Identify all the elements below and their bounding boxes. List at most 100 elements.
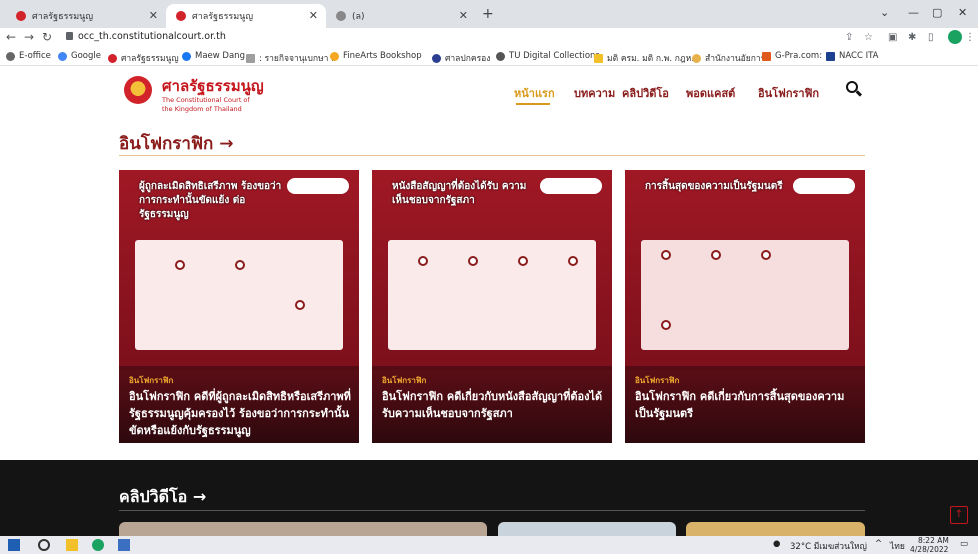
- bookmark-cabinet[interactable]: มติ ครม. มติ ก.พ. กฎห...: [594, 51, 699, 65]
- minimize-button[interactable]: —: [908, 6, 919, 19]
- infographic-card-3[interactable]: การสิ้นสุดของความเป็นรัฐมนตรี อินโฟกราฟิ…: [625, 170, 865, 443]
- gazette-icon: [246, 53, 255, 63]
- clock-date[interactable]: 4/28/2022: [910, 545, 948, 554]
- infographic-card-2[interactable]: หนังสือสัญญาที่ต้องได้รับ ความเห็นชอบจาก…: [372, 170, 612, 443]
- section-divider: [119, 510, 865, 511]
- close-tab-icon[interactable]: ✕: [459, 9, 468, 22]
- back-button[interactable]: ←: [6, 30, 16, 44]
- video-thumbnail[interactable]: [498, 522, 676, 536]
- windows-start-icon[interactable]: [8, 539, 20, 551]
- scroll-to-top-button[interactable]: ↑: [950, 506, 968, 524]
- infographic-card-1[interactable]: ผู้ถูกละเมิดสิทธิเสรีภาพ ร้องขอว่า การกร…: [119, 170, 359, 443]
- tray-chevron-icon[interactable]: ^: [875, 539, 882, 549]
- close-tab-icon[interactable]: ✕: [309, 9, 318, 22]
- close-tab-icon[interactable]: ✕: [149, 9, 158, 22]
- app-icon[interactable]: [118, 539, 130, 551]
- url-field[interactable]: occ_th.constitutionalcourt.or.th: [78, 31, 226, 42]
- bookmark-attorney[interactable]: สำนักงานอัยการ: [692, 51, 765, 65]
- tab-search-icon[interactable]: ⌄: [880, 6, 889, 19]
- step-icon: [295, 300, 305, 310]
- bookmark-gpra[interactable]: G-Pra.com:: [762, 51, 822, 61]
- nav-active-indicator: [516, 103, 550, 105]
- notifications-icon[interactable]: ▭: [960, 539, 968, 549]
- site-logo-text[interactable]: ศาลรัฐธรรมนูญ: [162, 74, 264, 98]
- video-clips-section-title[interactable]: คลิปวิดีโอ →: [119, 485, 206, 510]
- file-explorer-icon[interactable]: [66, 539, 78, 551]
- bookmark-maewdang[interactable]: Maew Dang: [182, 51, 245, 61]
- site-logo-en-line1: The Constitutional Court of: [162, 96, 250, 104]
- folder-icon: [594, 53, 603, 63]
- globe-icon: [336, 11, 346, 21]
- tab-2[interactable]: ศาลรัฐธรรมนูญ ✕: [166, 4, 326, 28]
- language-indicator[interactable]: ไทย: [890, 539, 905, 553]
- court-favicon-icon: [16, 11, 26, 21]
- flow-panel: [135, 240, 343, 350]
- globe-icon: [496, 51, 505, 61]
- bookmark-google[interactable]: Google: [58, 51, 101, 61]
- chrome-icon[interactable]: [92, 539, 104, 551]
- globe-icon: [6, 51, 15, 61]
- infographic-section-title[interactable]: อินโฟกราฟิก →: [119, 130, 233, 157]
- card-title[interactable]: อินโฟกราฟิก คดีเกี่ยวกับการสิ้นสุดของควา…: [635, 388, 861, 422]
- ita-icon: [826, 51, 835, 61]
- card-art-heading: การสิ้นสุดของความเป็นรัฐมนตรี: [645, 181, 783, 192]
- bookmark-label: มติ ครม. มติ ก.พ. กฎห...: [607, 54, 700, 64]
- reload-button[interactable]: ↻: [42, 30, 52, 44]
- bookmark-label: ศาลรัฐธรรมนูญ: [121, 54, 179, 64]
- step-icon: [418, 256, 428, 266]
- bookmark-court[interactable]: ศาลรัฐธรรมนูญ: [108, 51, 179, 65]
- bookmark-label: TU Digital Collections: [509, 51, 600, 61]
- search-icon[interactable]: [846, 81, 858, 93]
- new-tab-button[interactable]: +: [482, 6, 494, 22]
- bookmark-gazette[interactable]: : รายกิจจานุเบกษา :: [246, 51, 334, 65]
- clock-time[interactable]: 8:22 AM: [918, 536, 949, 545]
- bookmark-finearts[interactable]: FineArts Bookshop: [330, 51, 422, 61]
- tab-2-label: ศาลรัฐธรรมนูญ: [192, 12, 253, 22]
- nav-podcast[interactable]: พอดแคสต์: [686, 84, 735, 102]
- card-title[interactable]: อินโฟกราฟิก คดีเกี่ยวกับหนังสือสัญญาที่ต…: [382, 388, 608, 422]
- seal-icon: [692, 53, 701, 63]
- court-logo-icon[interactable]: [124, 76, 152, 104]
- court-badge-icon: [793, 178, 855, 194]
- puzzle-icon[interactable]: ✱: [908, 32, 916, 43]
- step-icon: [661, 250, 671, 260]
- menu-icon[interactable]: ⋮: [965, 32, 975, 43]
- bookmark-nacc[interactable]: NACC ITA: [826, 51, 878, 61]
- tab-3[interactable]: (ล) ✕: [326, 4, 476, 28]
- nav-infographic[interactable]: อินโฟกราฟิก: [758, 84, 819, 102]
- card-art-heading: หนังสือสัญญาที่ต้องได้รับ ความเห็นชอบจาก…: [392, 181, 527, 206]
- maximize-button[interactable]: ▢: [932, 6, 942, 19]
- weather-icon[interactable]: ●: [773, 539, 780, 549]
- video-thumbnail[interactable]: [119, 522, 487, 536]
- card-category: อินโฟกราฟิก: [129, 376, 174, 385]
- court-favicon-icon: [176, 11, 186, 21]
- nav-home[interactable]: หน้าแรก: [514, 84, 555, 102]
- card-title[interactable]: อินโฟกราฟิก คดีที่ผู้ถูกละเมิดสิทธิหรือเ…: [129, 388, 355, 439]
- bookmark-admincourt[interactable]: ศาลปกครอง: [432, 51, 490, 65]
- step-icon: [711, 250, 721, 260]
- step-icon: [568, 256, 578, 266]
- infographic-art: หนังสือสัญญาที่ต้องได้รับ ความเห็นชอบจาก…: [372, 170, 612, 370]
- tab-1[interactable]: ศาลรัฐธรรมนูญ ✕: [6, 4, 166, 28]
- share-icon[interactable]: ⇪: [845, 32, 853, 43]
- profile-avatar[interactable]: [948, 30, 962, 44]
- weather-text[interactable]: 32°C มีเมฆส่วนใหญ่: [790, 539, 867, 553]
- bookmark-star-icon[interactable]: ☆: [864, 32, 873, 43]
- tab-3-label: (ล): [352, 12, 365, 22]
- bookmark-tu[interactable]: TU Digital Collections: [496, 51, 600, 61]
- video-thumbnail[interactable]: [686, 522, 865, 536]
- bookmark-label: NACC ITA: [839, 51, 879, 61]
- search-icon[interactable]: [38, 539, 50, 551]
- google-icon: [58, 51, 67, 61]
- sidepanel-icon[interactable]: ▯: [928, 32, 934, 43]
- bookmark-label: E-office: [19, 51, 51, 61]
- bookmark-eoffice[interactable]: E-office: [6, 51, 51, 61]
- step-icon: [761, 250, 771, 260]
- extension-icon[interactable]: ▣: [888, 32, 897, 43]
- forward-button[interactable]: →: [24, 30, 34, 44]
- bookmark-label: G-Pra.com:: [775, 51, 823, 61]
- nav-articles[interactable]: บทความ: [574, 84, 615, 102]
- close-window-button[interactable]: ✕: [958, 6, 967, 19]
- nav-video-clips[interactable]: คลิปวิดีโอ: [622, 84, 669, 102]
- flow-panel: [641, 240, 849, 350]
